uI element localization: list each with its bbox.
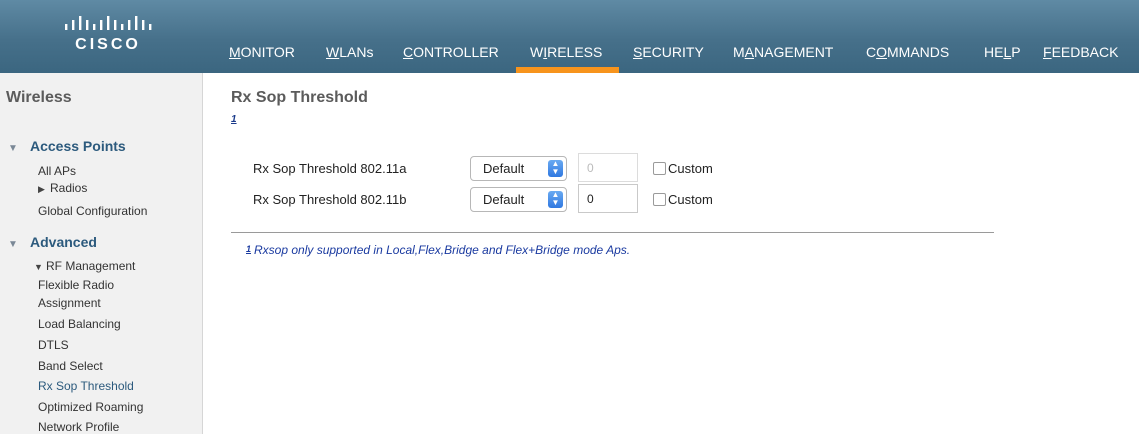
nav-commands-rest: MMANDS bbox=[887, 44, 950, 60]
select-value: Default bbox=[483, 161, 525, 176]
nav-controller[interactable]: CONTROLLER bbox=[403, 44, 499, 60]
rx-sop-80211a-input[interactable]: 0 bbox=[578, 153, 638, 182]
rx-sop-80211b-select[interactable]: Default ▲ ▼ bbox=[470, 187, 567, 212]
sidebar-item-network-profile[interactable]: Network Profile bbox=[38, 420, 119, 434]
sidebar-section-advanced[interactable]: ▼ Advanced bbox=[8, 234, 97, 250]
sidebar-item-band-select[interactable]: Band Select bbox=[38, 359, 103, 373]
nav-security[interactable]: SECURITY bbox=[633, 44, 704, 60]
rx-sop-80211a-label: Rx Sop Threshold 802.11a bbox=[253, 161, 407, 176]
footnote: 1 Rxsop only supported in Local,Flex,Brid… bbox=[246, 243, 630, 257]
nav-active-indicator bbox=[516, 67, 619, 73]
nav-security-mnemonic: S bbox=[633, 44, 643, 60]
expanded-triangle-icon: ▼ bbox=[8, 239, 18, 250]
expanded-triangle-icon: ▼ bbox=[34, 262, 43, 272]
collapsed-triangle-icon: ▶ bbox=[38, 184, 45, 194]
sidebar-item-label: RF Management bbox=[46, 259, 136, 273]
sidebar-item-global-configuration[interactable]: Global Configuration bbox=[38, 204, 147, 218]
nav-management-mnemonic: A bbox=[744, 44, 755, 60]
nav-feedback[interactable]: FEEDBACK bbox=[1043, 44, 1118, 60]
nav-controller-mnemonic: C bbox=[403, 44, 414, 60]
sidebar-section-access-points[interactable]: ▼ Access Points bbox=[8, 138, 126, 154]
sidebar-section-label: Advanced bbox=[30, 234, 97, 250]
nav-monitor-mnemonic: M bbox=[229, 44, 241, 60]
sidebar-item-optimized-roaming[interactable]: Optimized Roaming bbox=[38, 400, 143, 414]
nav-controller-rest: ONTROLLER bbox=[413, 44, 499, 60]
nav-wireless-rest: RELESS bbox=[547, 44, 603, 60]
nav-help-pre: HE bbox=[984, 44, 1004, 60]
select-updown-icon: ▲ ▼ bbox=[548, 191, 563, 208]
select-updown-icon: ▲ ▼ bbox=[548, 160, 563, 177]
rx-sop-80211a-custom-checkbox[interactable] bbox=[653, 162, 666, 175]
nav-wireless-pre: W bbox=[530, 44, 544, 60]
sidebar: Wireless ▼ Access Points All APs ▶ Radios … bbox=[0, 73, 203, 434]
sidebar-item-rf-management[interactable]: ▼ RF Management bbox=[34, 259, 135, 273]
sidebar-item-all-aps[interactable]: All APs bbox=[38, 164, 76, 178]
nav-management[interactable]: MANAGEMENT bbox=[733, 44, 833, 60]
sidebar-item-assignment[interactable]: Assignment bbox=[38, 296, 101, 310]
footnote-text: Rxsop only supported in Local,Flex,Bridg… bbox=[254, 243, 631, 257]
sidebar-item-rx-sop-threshold[interactable]: Rx Sop Threshold bbox=[38, 379, 134, 393]
sidebar-item-load-balancing[interactable]: Load Balancing bbox=[38, 317, 121, 331]
title-footnote-link[interactable]: 1 bbox=[231, 114, 237, 125]
nav-monitor-rest: ONITOR bbox=[240, 44, 295, 60]
nav-wlans-rest: LANs bbox=[339, 44, 374, 60]
main-nav: MONITOR WLANs CONTROLLER WIRELESS SECURI… bbox=[0, 0, 1139, 73]
nav-monitor[interactable]: MONITOR bbox=[229, 44, 295, 60]
select-value: Default bbox=[483, 192, 525, 207]
page-title: Rx Sop Threshold bbox=[231, 89, 368, 106]
sidebar-section-label: Access Points bbox=[30, 138, 126, 154]
sidebar-item-dtls[interactable]: DTLS bbox=[38, 338, 69, 352]
nav-management-rest: NAGEMENT bbox=[754, 44, 834, 60]
rx-sop-80211b-custom-label: Custom bbox=[668, 192, 713, 207]
nav-wireless[interactable]: WIRELESS bbox=[530, 44, 602, 60]
nav-commands-mnemonic: O bbox=[876, 44, 888, 60]
footnote-mark: 1 bbox=[246, 244, 252, 254]
rx-sop-80211b-label: Rx Sop Threshold 802.11b bbox=[253, 192, 407, 207]
sidebar-item-radios[interactable]: ▶ Radios bbox=[38, 181, 87, 195]
nav-management-pre: M bbox=[733, 44, 745, 60]
nav-help[interactable]: HELP bbox=[984, 44, 1021, 60]
nav-commands[interactable]: COMMANDS bbox=[866, 44, 949, 60]
top-header: CISCO MONITOR WLANs CONTROLLER WIRELESS … bbox=[0, 0, 1139, 73]
nav-feedback-rest: EEDBACK bbox=[1051, 44, 1119, 60]
rx-sop-80211b-input[interactable]: 0 bbox=[578, 184, 638, 213]
nav-wlans[interactable]: WLANs bbox=[326, 44, 373, 60]
rx-sop-80211a-custom-label: Custom bbox=[668, 161, 713, 176]
section-divider bbox=[231, 232, 994, 233]
nav-feedback-mnemonic: F bbox=[1043, 44, 1052, 60]
sidebar-title: Wireless bbox=[6, 89, 72, 106]
nav-commands-pre: C bbox=[866, 44, 877, 60]
expanded-triangle-icon: ▼ bbox=[8, 143, 18, 154]
nav-wlans-mnemonic: W bbox=[326, 44, 340, 60]
nav-help-rest: P bbox=[1011, 44, 1021, 60]
sidebar-item-flexible-radio[interactable]: Flexible Radio bbox=[38, 278, 114, 292]
rx-sop-80211b-custom-checkbox[interactable] bbox=[653, 193, 666, 206]
rx-sop-80211a-select[interactable]: Default ▲ ▼ bbox=[470, 156, 567, 181]
nav-security-rest: ECURITY bbox=[642, 44, 704, 60]
sidebar-item-label: Radios bbox=[50, 181, 88, 195]
